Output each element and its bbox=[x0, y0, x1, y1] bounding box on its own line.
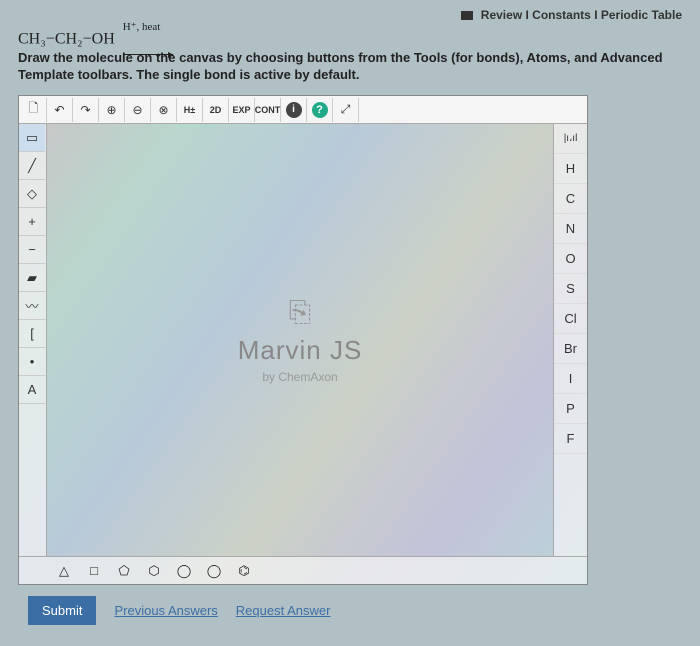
periodic-table-link[interactable]: Periodic Table bbox=[601, 8, 682, 22]
brand-name: Marvin JS bbox=[238, 335, 363, 366]
hydrogens-button[interactable]: H± bbox=[177, 98, 203, 122]
atom-p[interactable]: P bbox=[554, 394, 587, 424]
template-pentagon[interactable]: ⬠ bbox=[113, 560, 135, 582]
constants-link[interactable]: Constants bbox=[532, 8, 591, 22]
undo-button[interactable]: ↶ bbox=[47, 98, 73, 122]
template-square[interactable]: □ bbox=[83, 560, 105, 582]
periodic-icon[interactable]: |ı،ıl bbox=[554, 124, 587, 154]
atom-s[interactable]: S bbox=[554, 274, 587, 304]
new-button[interactable]: 🗋 bbox=[21, 98, 47, 122]
atom-i[interactable]: I bbox=[554, 364, 587, 394]
templates-toolbar: △ □ ⬠ ⬡ ◯ ◯ ⌬ bbox=[19, 556, 587, 584]
reaction-condition: H⁺, heat bbox=[123, 22, 161, 33]
template-benzene[interactable]: ⌬ bbox=[233, 560, 255, 582]
exp-button[interactable]: EXP bbox=[229, 98, 255, 122]
flag-icon bbox=[461, 11, 473, 20]
atom-label-tool[interactable]: A bbox=[19, 376, 45, 404]
atom-c[interactable]: C bbox=[554, 184, 587, 214]
drawing-canvas[interactable]: ⎘ Marvin JS by ChemAxon bbox=[47, 124, 553, 556]
submit-button[interactable]: Submit bbox=[28, 596, 96, 625]
atom-n[interactable]: N bbox=[554, 214, 587, 244]
brand-subtitle: by ChemAxon bbox=[262, 370, 337, 384]
redo-button[interactable]: ↷ bbox=[73, 98, 99, 122]
info-button[interactable]: i bbox=[281, 98, 307, 122]
zoom-out-button[interactable]: ⊖ bbox=[125, 98, 151, 122]
bracket-tool[interactable]: [ bbox=[19, 320, 45, 348]
instructions-text: Draw the molecule on the canvas by choos… bbox=[18, 50, 682, 84]
select-tool[interactable]: ▭ bbox=[19, 124, 45, 152]
top-toolbar: 🗋 ↶ ↷ ⊕ ⊖ ⊗ H± 2D EXP CONT i ? ⤢ bbox=[19, 96, 587, 124]
answer-footer: Submit Previous Answers Request Answer bbox=[28, 596, 330, 625]
delete-button[interactable]: ⊗ bbox=[151, 98, 177, 122]
template-ring1[interactable]: ◯ bbox=[173, 560, 195, 582]
atom-o[interactable]: O bbox=[554, 244, 587, 274]
atom-f[interactable]: F bbox=[554, 424, 587, 454]
zoom-in-button[interactable]: ⊕ bbox=[99, 98, 125, 122]
eraser-tool[interactable]: ◇ bbox=[19, 180, 45, 208]
template-triangle[interactable]: △ bbox=[53, 560, 75, 582]
cont-button[interactable]: CONT bbox=[255, 98, 281, 122]
atom-br[interactable]: Br bbox=[554, 334, 587, 364]
atom-cl[interactable]: Cl bbox=[554, 304, 587, 334]
wavy-bond-tool[interactable]: 〰 bbox=[19, 292, 45, 320]
wedge-bond-tool[interactable]: ▰ bbox=[19, 264, 45, 292]
atom-h[interactable]: H bbox=[554, 154, 587, 184]
molecule-editor: 🗋 ↶ ↷ ⊕ ⊖ ⊗ H± 2D EXP CONT i ? ⤢ ▭ ╱ ◇ +… bbox=[18, 95, 588, 585]
charge-plus-tool[interactable]: + bbox=[19, 208, 45, 236]
atoms-toolbar: |ı،ıl H C N O S Cl Br I P F bbox=[553, 124, 587, 556]
single-bond-tool[interactable]: ╱ bbox=[19, 152, 45, 180]
brand-icon: ⎘ bbox=[289, 296, 311, 329]
radical-tool[interactable]: • bbox=[19, 348, 45, 376]
header-links: Review I Constants I Periodic Table bbox=[461, 8, 682, 22]
template-hexagon[interactable]: ⬡ bbox=[143, 560, 165, 582]
template-ring2[interactable]: ◯ bbox=[203, 560, 225, 582]
previous-answers-link[interactable]: Previous Answers bbox=[114, 603, 217, 618]
view2d-button[interactable]: 2D bbox=[203, 98, 229, 122]
fullscreen-button[interactable]: ⤢ bbox=[333, 98, 359, 122]
request-answer-link[interactable]: Request Answer bbox=[236, 603, 331, 618]
review-link[interactable]: Review bbox=[481, 8, 522, 22]
reactant: CH₃−CH₂−OH bbox=[18, 31, 115, 48]
left-toolbar: ▭ ╱ ◇ + − ▰ 〰 [ • A bbox=[19, 124, 47, 556]
help-button[interactable]: ? bbox=[307, 98, 333, 122]
charge-minus-tool[interactable]: − bbox=[19, 236, 45, 264]
